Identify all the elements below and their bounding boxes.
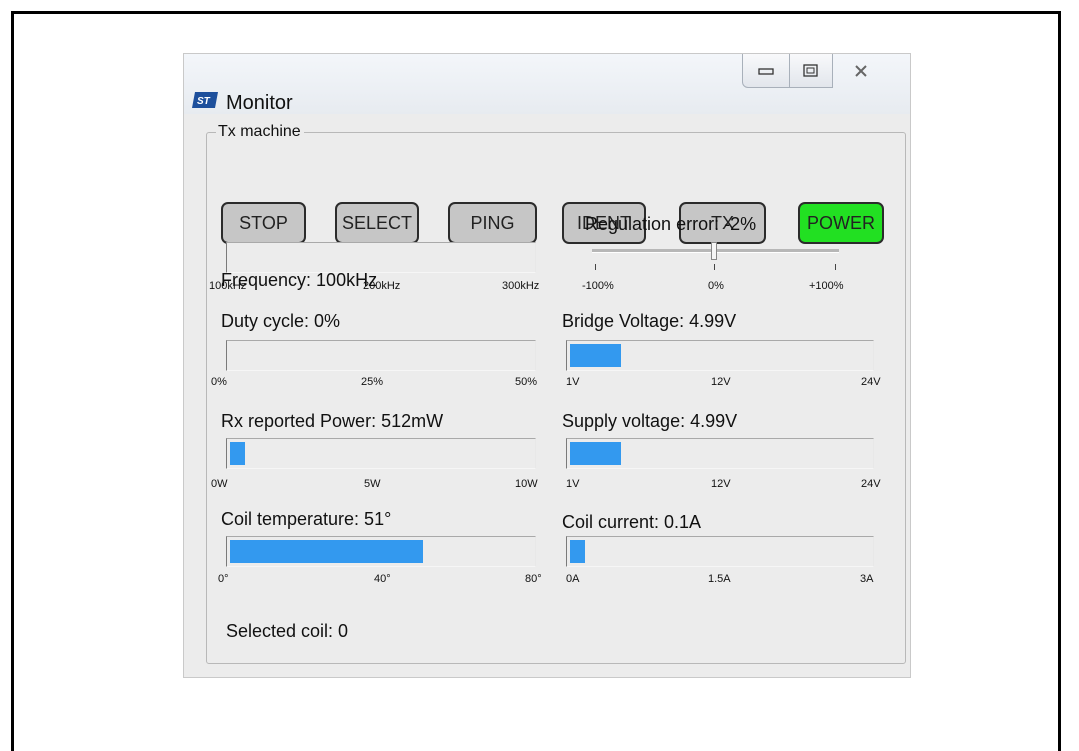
state-stop[interactable]: STOP	[221, 202, 306, 244]
regulation-thumb	[711, 242, 717, 260]
bridge-tick-min: 1V	[566, 376, 580, 388]
state-ping[interactable]: PING	[448, 202, 537, 244]
coil-temp-fill	[230, 540, 423, 563]
maximize-icon	[803, 63, 818, 77]
selected-coil-label: Selected coil: 0	[226, 621, 349, 641]
regulation-label: Regulation error: -2%	[585, 214, 757, 234]
rx-power-tick-mid: 5W	[364, 478, 381, 490]
duty-tick-mid: 25%	[361, 376, 384, 388]
frequency-bar	[226, 242, 536, 273]
bridge-fill	[570, 344, 621, 367]
maximize-button[interactable]	[789, 54, 833, 88]
supply-tick-max: 24V	[861, 478, 881, 490]
regulation-tick-min: -100%	[582, 280, 614, 292]
supply-label: Supply voltage: 4.99V	[562, 411, 738, 431]
state-power[interactable]: POWER	[798, 202, 884, 244]
frequency-tick-mid: 200kHz	[363, 280, 401, 292]
slider-tick	[595, 264, 596, 270]
state-select[interactable]: SELECT	[335, 202, 419, 244]
slider-tick	[835, 264, 836, 270]
coil-current-bar	[566, 536, 874, 567]
frequency-tick-min: 100kHz	[209, 280, 247, 292]
coil-current-label: Coil current: 0.1A	[562, 512, 702, 532]
close-button[interactable]	[832, 54, 890, 88]
coil-temp-tick-mid: 40°	[374, 573, 391, 585]
coil-current-tick-max: 3A	[860, 573, 874, 585]
supply-tick-mid: 12V	[711, 478, 731, 490]
supply-bar	[566, 438, 874, 469]
st-logo-icon: ST	[192, 92, 218, 108]
monitor-window: ST Monitor Tx machine STOP SELECT PING I…	[183, 53, 911, 678]
slider-tick	[714, 264, 715, 270]
minimize-icon	[758, 67, 774, 75]
rx-power-bar	[226, 438, 536, 469]
coil-current-tick-min: 0A	[566, 573, 580, 585]
group-label: Tx machine	[216, 123, 304, 141]
coil-temp-tick-min: 0°	[218, 573, 229, 585]
bridge-tick-mid: 12V	[711, 376, 731, 388]
bridge-bar	[566, 340, 874, 371]
rx-power-tick-max: 10W	[515, 478, 538, 490]
frequency-tick-max: 300kHz	[502, 280, 540, 292]
rx-power-fill	[230, 442, 245, 465]
coil-current-tick-mid: 1.5A	[708, 573, 731, 585]
bridge-label: Bridge Voltage: 4.99V	[562, 311, 737, 331]
coil-temp-tick-max: 80°	[525, 573, 542, 585]
svg-text:ST: ST	[197, 96, 211, 107]
rx-power-tick-min: 0W	[211, 478, 228, 490]
close-icon	[855, 65, 867, 77]
title-bar[interactable]: ST Monitor	[184, 54, 910, 114]
supply-tick-min: 1V	[566, 478, 580, 490]
minimize-button[interactable]	[742, 54, 790, 88]
duty-bar	[226, 340, 536, 371]
regulation-tick-max: +100%	[809, 280, 844, 292]
bridge-tick-max: 24V	[861, 376, 881, 388]
window-title: Monitor	[226, 92, 293, 114]
duty-label: Duty cycle: 0%	[221, 311, 341, 331]
rx-power-label: Rx reported Power: 512mW	[221, 411, 444, 431]
supply-fill	[570, 442, 621, 465]
coil-temp-label: Coil temperature: 51°	[221, 509, 392, 529]
coil-current-fill	[570, 540, 585, 563]
duty-tick-max: 50%	[515, 376, 538, 388]
coil-temp-bar	[226, 536, 536, 567]
regulation-tick-mid: 0%	[708, 280, 724, 292]
duty-tick-min: 0%	[211, 376, 227, 388]
